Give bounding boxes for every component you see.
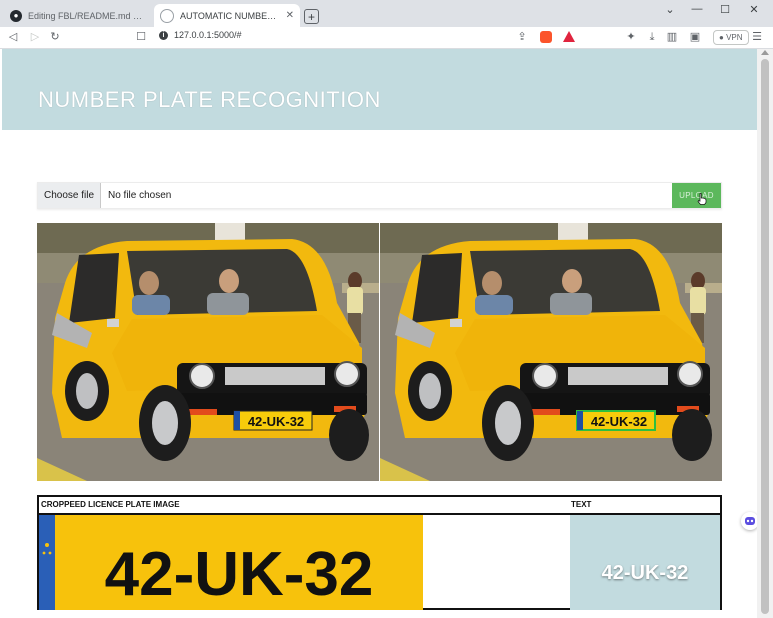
extensions-icon[interactable]: ✦ <box>624 30 638 44</box>
scroll-up-arrow-icon[interactable] <box>761 50 769 55</box>
upload-form: Choose file No file chosen UPLOAD <box>37 182 722 209</box>
tab-strip: ● Editing FBL/README.md at main · ... AU… <box>0 0 773 27</box>
browser-window: ● Editing FBL/README.md at main · ... AU… <box>0 0 773 618</box>
brave-rewards-icon[interactable] <box>563 31 575 42</box>
maximize-button[interactable]: ☐ <box>715 3 735 16</box>
plate-text: 42-UK-32 <box>248 414 304 429</box>
wallet-icon[interactable]: ▣ <box>688 30 702 44</box>
tab-title: Editing FBL/README.md at main · ... <box>28 10 146 21</box>
web-page: NUMBER PLATE RECOGNITION Choose file No … <box>0 49 757 618</box>
close-window-button[interactable]: ✕ <box>744 3 764 16</box>
plate-text: 42-UK-32 <box>591 414 647 429</box>
recognized-text: 42-UK-32 <box>601 562 689 584</box>
page-icon <box>160 8 174 23</box>
crop-column-header: CROPPEED LICENCE PLATE IMAGE <box>41 500 180 509</box>
browser-toolbar: ◁ ▷ ↻ ☐ i 127.0.0.1:5000/# ⇪ ✦ ⤓ ▥ ▣ ● V… <box>0 27 773 49</box>
cropped-plate-image: 42-UK-32 <box>39 515 423 610</box>
hand-cursor-icon <box>697 193 707 205</box>
detected-car-image: 42-UK-32 <box>380 223 722 481</box>
tab-search-icon[interactable]: ⌄ <box>660 3 680 16</box>
info-icon: i <box>159 30 168 40</box>
tab-github-readme[interactable]: ● Editing FBL/README.md at main · ... <box>4 4 152 27</box>
download-icon[interactable]: ⤓ <box>645 30 659 44</box>
hero-banner: NUMBER PLATE RECOGNITION <box>2 49 757 130</box>
sidebar-icon[interactable]: ▥ <box>665 30 679 44</box>
original-car-image: 42-UK-32 <box>37 223 379 481</box>
vpn-label: VPN <box>726 33 743 42</box>
reload-icon[interactable]: ↻ <box>48 30 62 44</box>
tab-number-plate-app[interactable]: AUTOMATIC NUMBER-PLATE REC ✕ <box>154 4 300 27</box>
assistant-chat-icon[interactable] <box>741 512 757 530</box>
page-scrollbar[interactable] <box>757 49 773 618</box>
brave-shields-icon[interactable] <box>540 31 552 43</box>
scrollbar-thumb[interactable] <box>761 59 769 614</box>
robot-icon <box>745 517 755 525</box>
tab-title: AUTOMATIC NUMBER-PLATE REC <box>180 10 282 21</box>
cropped-plate-text: 42-UK-32 <box>105 540 374 609</box>
recognized-text-cell: 42-UK-32 <box>570 515 720 610</box>
vpn-button[interactable]: ● VPN <box>713 30 749 45</box>
minimize-button[interactable]: — <box>687 3 707 15</box>
results-table: CROPPEED LICENCE PLATE IMAGE TEXT 42-UK-… <box>37 495 722 610</box>
address-bar[interactable]: i 127.0.0.1:5000/# <box>159 30 242 40</box>
share-icon[interactable]: ⇪ <box>515 30 529 44</box>
forward-icon[interactable]: ▷ <box>28 30 42 44</box>
github-icon: ● <box>10 9 22 22</box>
file-status: No file chosen <box>108 190 172 201</box>
close-tab-icon[interactable]: ✕ <box>286 10 294 21</box>
upload-button[interactable]: UPLOAD <box>672 183 721 208</box>
page-title: NUMBER PLATE RECOGNITION <box>38 87 381 112</box>
menu-icon[interactable]: ☰ <box>750 30 764 44</box>
back-icon[interactable]: ◁ <box>6 30 20 44</box>
choose-file-button[interactable]: Choose file <box>38 183 101 208</box>
bookmark-icon[interactable]: ☐ <box>134 30 148 44</box>
new-tab-button[interactable]: + <box>304 9 319 24</box>
text-column-header: TEXT <box>571 500 592 509</box>
url-text: 127.0.0.1:5000/# <box>174 30 242 40</box>
